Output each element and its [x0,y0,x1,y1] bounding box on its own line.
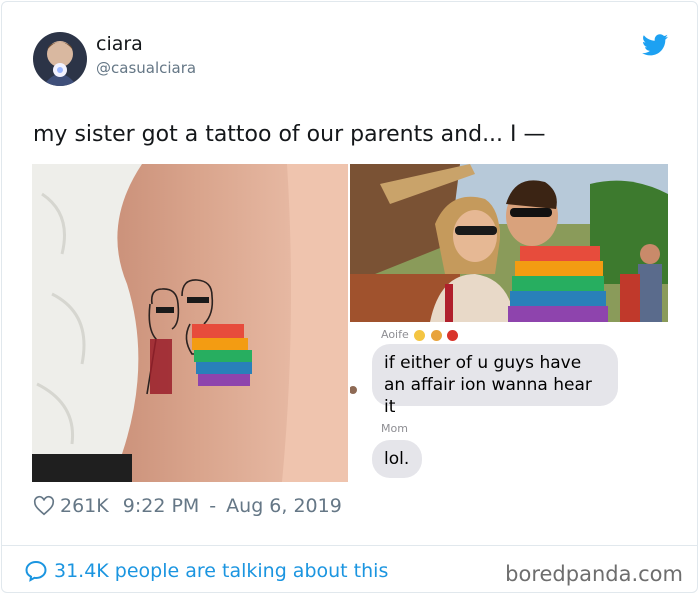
tattoo-photo[interactable] [32,164,348,482]
tweet-time[interactable]: 9:22 PM [123,495,200,517]
chat-bubble-message2: lol. [372,440,422,478]
speech-bubble-icon [25,560,47,582]
date-separator: - [209,495,217,517]
chat-sender-mom: Mom [381,422,408,435]
chat-sender: Aoife [381,328,459,341]
emoji-icon [414,329,426,341]
tweet-text: my sister got a tattoo of our parents an… [33,122,546,147]
like-count[interactable]: 261K [60,495,109,517]
contact-avatar-icon [350,386,357,394]
avatar[interactable] [33,32,87,86]
tweet-date[interactable]: Aug 6, 2019 [226,495,342,517]
chat-bubble-message1: if either of u guys have an affair ion w… [372,344,618,417]
chat-sender-name: Aoife [381,328,409,341]
heart-icon[interactable] [33,495,55,517]
emoji-icon [430,329,442,341]
watermark-logo: boredpanda.com [505,562,683,586]
twitter-bird-icon[interactable] [642,34,668,56]
tweet-meta: 261K 9:22 PM - Aug 6, 2019 [33,495,342,517]
imessage-screenshot[interactable]: Aoife if either of u guys have an affair… [350,322,668,482]
conversation-link[interactable]: 31.4K people are talking about this [24,559,388,583]
conversation-text[interactable]: 31.4K people are talking about this [54,560,388,582]
author-name[interactable]: ciara [96,33,143,55]
couple-photo[interactable] [350,164,668,322]
divider [1,545,698,546]
author-handle[interactable]: @casualciara [96,59,196,77]
emoji-icon [447,329,459,341]
